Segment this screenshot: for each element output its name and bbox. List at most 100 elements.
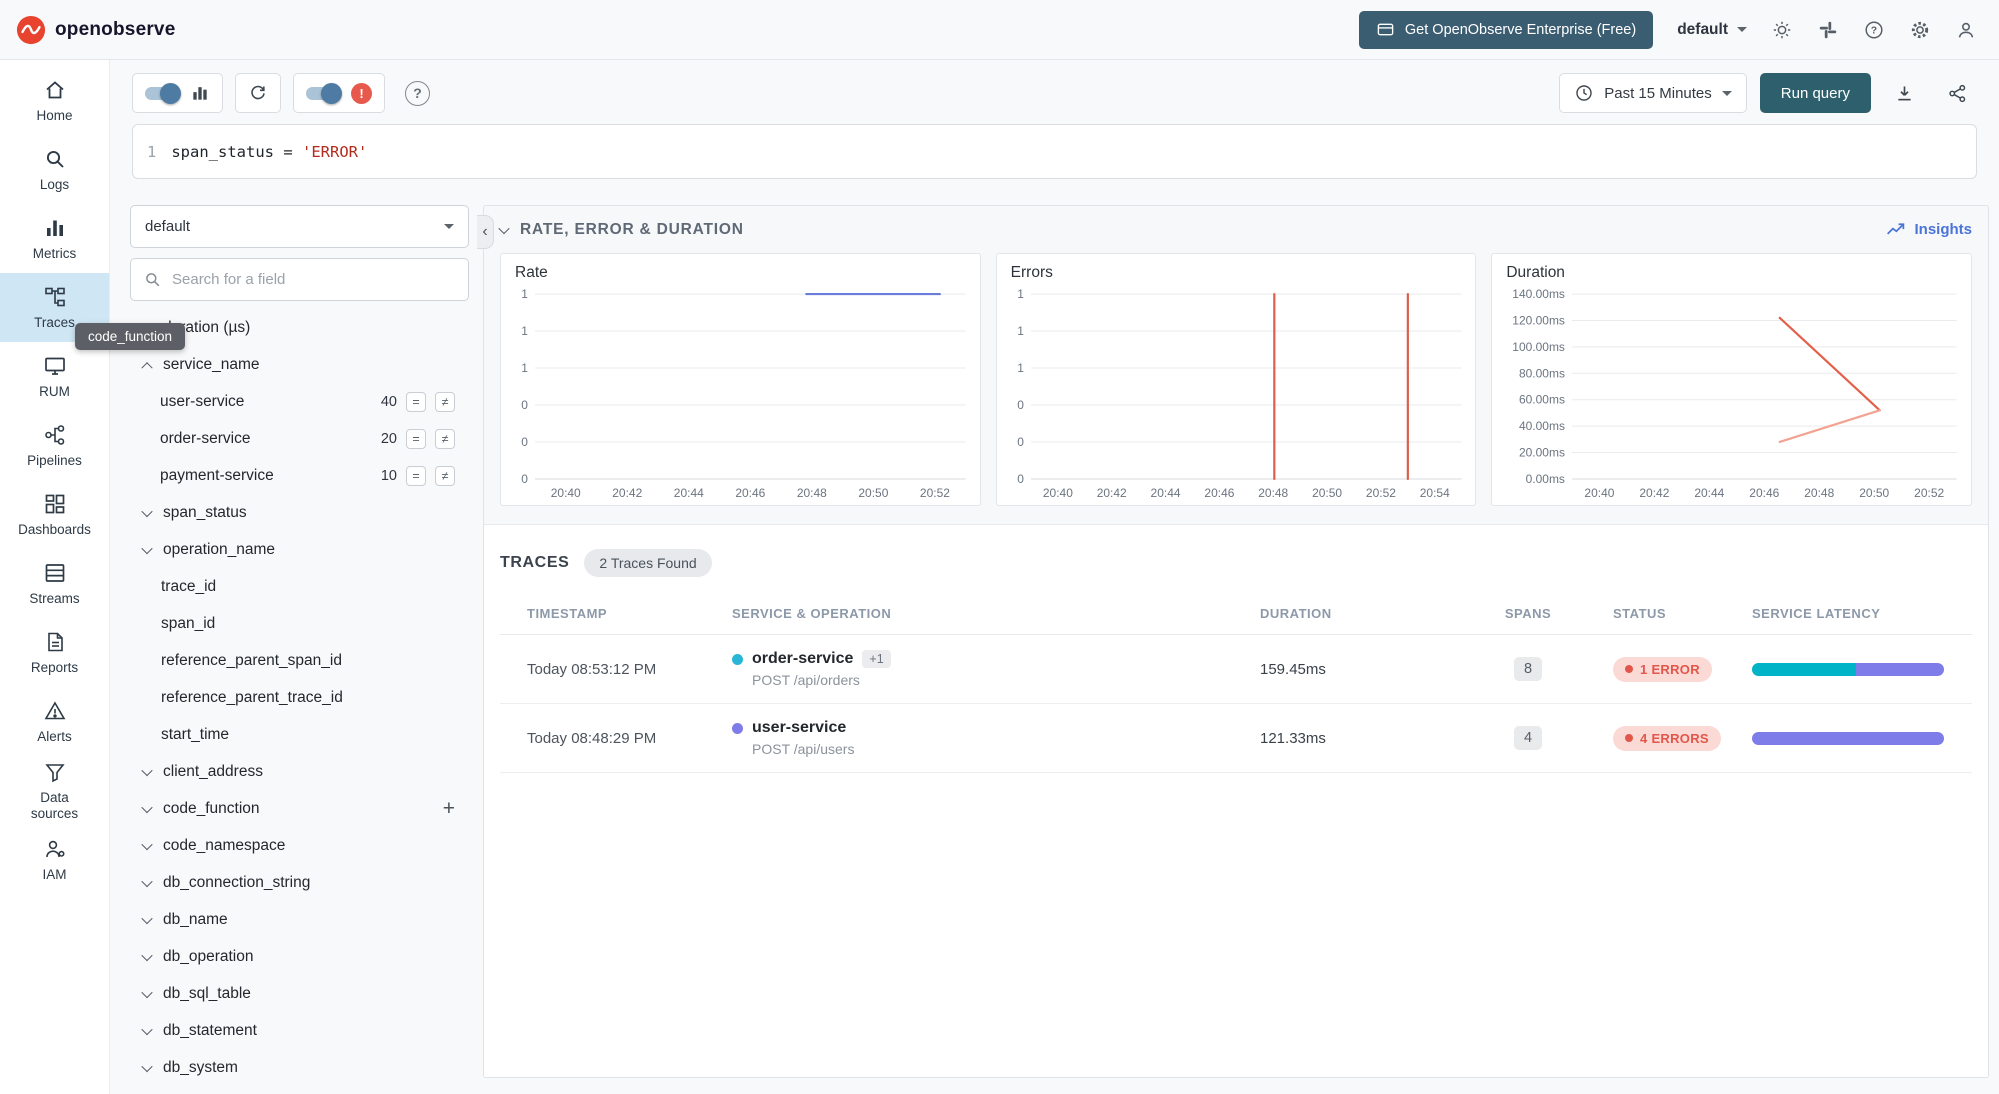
collapse-fields-button[interactable]: ‹ bbox=[477, 215, 494, 249]
traces-icon bbox=[43, 285, 67, 309]
svg-text:20.00ms: 20.00ms bbox=[1519, 446, 1565, 460]
field-row-code_namespace[interactable]: code_namespace bbox=[130, 827, 469, 864]
field-expand-toggle[interactable] bbox=[140, 546, 154, 554]
error-filter-toggle[interactable] bbox=[306, 87, 340, 100]
field-expand-toggle[interactable] bbox=[140, 1064, 154, 1072]
svg-text:0: 0 bbox=[1017, 472, 1024, 486]
field-row-code_function[interactable]: code_function + bbox=[130, 790, 469, 827]
histogram-toggle-box[interactable] bbox=[132, 73, 223, 113]
stream-selector[interactable]: default bbox=[130, 205, 469, 248]
sidebar-item-dashboards[interactable]: Dashboards bbox=[0, 480, 109, 549]
sidebar-item-home[interactable]: Home bbox=[0, 66, 109, 135]
equals-filter-button[interactable]: = bbox=[406, 392, 426, 412]
sidebar-item-logs[interactable]: Logs bbox=[0, 135, 109, 204]
settings-gear-icon[interactable] bbox=[1909, 19, 1931, 41]
svg-text:140.00ms: 140.00ms bbox=[1513, 287, 1566, 301]
time-range-selector[interactable]: Past 15 Minutes bbox=[1559, 73, 1747, 113]
column-header-duration: DURATION bbox=[1260, 606, 1443, 621]
refresh-box[interactable] bbox=[235, 73, 281, 113]
insights-link[interactable]: Insights bbox=[1885, 219, 1972, 240]
trace-row[interactable]: Today 08:53:12 PM order-service +1 POST … bbox=[500, 635, 1972, 704]
service-latency-bar bbox=[1752, 732, 1944, 745]
field-row-start_time[interactable]: start_time bbox=[130, 716, 469, 753]
field-row-payment-service[interactable]: payment-service 10 = ≠ bbox=[130, 457, 469, 494]
column-header-service-operation: SERVICE & OPERATION bbox=[732, 606, 1260, 621]
user-profile-icon[interactable] bbox=[1955, 19, 1977, 41]
field-row-reference_parent_trace_id[interactable]: reference_parent_trace_id bbox=[130, 679, 469, 716]
logo-text: openobserve bbox=[55, 19, 175, 41]
field-row-db_connection_string[interactable]: db_connection_string bbox=[130, 864, 469, 901]
field-row-span_id[interactable]: span_id bbox=[130, 605, 469, 642]
field-expand-toggle[interactable] bbox=[140, 1027, 154, 1035]
sidebar-item-alerts[interactable]: Alerts bbox=[0, 687, 109, 756]
sidebar-item-iam[interactable]: IAM bbox=[0, 825, 109, 894]
svg-text:20:40: 20:40 bbox=[551, 486, 581, 500]
field-search[interactable] bbox=[130, 258, 469, 301]
field-row-db_name[interactable]: db_name bbox=[130, 901, 469, 938]
field-row-span_status[interactable]: span_status bbox=[130, 494, 469, 531]
histogram-toggle[interactable] bbox=[145, 87, 179, 100]
sidebar-item-reports[interactable]: Reports bbox=[0, 618, 109, 687]
equals-filter-button[interactable]: = bbox=[406, 429, 426, 449]
chevron-icon bbox=[141, 875, 152, 886]
field-row-db_system[interactable]: db_system bbox=[130, 1049, 469, 1078]
table-header: TIMESTAMPSERVICE & OPERATIONDURATIONSPAN… bbox=[500, 593, 1972, 635]
field-row-db_statement[interactable]: db_statement bbox=[130, 1012, 469, 1049]
theme-toggle-sun-icon[interactable] bbox=[1771, 19, 1793, 41]
logo[interactable]: openobserve bbox=[16, 15, 175, 45]
query-editor[interactable]: 1 span_status = 'ERROR' bbox=[132, 124, 1977, 179]
field-row-user-service[interactable]: user-service 40 = ≠ bbox=[130, 383, 469, 420]
field-row-db_sql_table[interactable]: db_sql_table bbox=[130, 975, 469, 1012]
sidebar-item-metrics[interactable]: Metrics bbox=[0, 204, 109, 273]
help-icon[interactable]: ? bbox=[1863, 19, 1885, 41]
sidebar-item-label: Dashboards bbox=[17, 522, 93, 538]
field-expand-toggle[interactable] bbox=[140, 768, 154, 776]
equals-filter-button[interactable]: = bbox=[406, 466, 426, 486]
not-equals-filter-button[interactable]: ≠ bbox=[435, 392, 455, 412]
field-expand-toggle[interactable] bbox=[140, 361, 154, 369]
field-name: span_status bbox=[163, 504, 247, 522]
org-selector[interactable]: default bbox=[1677, 21, 1747, 39]
dashboards-icon bbox=[43, 492, 67, 516]
field-expand-toggle[interactable] bbox=[140, 805, 154, 813]
not-equals-filter-button[interactable]: ≠ bbox=[435, 429, 455, 449]
field-expand-toggle[interactable] bbox=[140, 990, 154, 998]
field-name: payment-service bbox=[160, 467, 274, 485]
svg-text:20:46: 20:46 bbox=[1204, 486, 1234, 500]
sidebar-item-data-sources[interactable]: Data sources bbox=[0, 756, 109, 825]
not-equals-filter-button[interactable]: ≠ bbox=[435, 466, 455, 486]
field-expand-toggle[interactable] bbox=[140, 916, 154, 924]
add-field-button[interactable]: + bbox=[443, 798, 455, 819]
svg-text:1: 1 bbox=[1017, 361, 1024, 375]
chart-card-duration: Duration 140.00ms120.00ms100.00ms80.00ms… bbox=[1491, 253, 1972, 506]
run-query-button[interactable]: Run query bbox=[1760, 73, 1871, 113]
red-section-title-row[interactable]: RATE, ERROR & DURATION bbox=[500, 221, 744, 239]
enterprise-button[interactable]: Get OpenObserve Enterprise (Free) bbox=[1359, 11, 1653, 49]
query-help-icon[interactable]: ? bbox=[405, 81, 430, 106]
field-row-service_name[interactable]: service_name bbox=[130, 346, 469, 383]
sidebar-item-streams[interactable]: Streams bbox=[0, 549, 109, 618]
error-filter-toggle-box[interactable]: ! bbox=[293, 73, 385, 113]
field-search-input[interactable] bbox=[172, 271, 456, 288]
download-button[interactable] bbox=[1884, 73, 1924, 113]
bar-chart-icon bbox=[190, 83, 210, 103]
slack-icon[interactable] bbox=[1817, 19, 1839, 41]
field-expand-toggle[interactable] bbox=[140, 879, 154, 887]
field-row-reference_parent_span_id[interactable]: reference_parent_span_id bbox=[130, 642, 469, 679]
field-row-order-service[interactable]: order-service 20 = ≠ bbox=[130, 420, 469, 457]
field-expand-toggle[interactable] bbox=[140, 953, 154, 961]
svg-text:20:40: 20:40 bbox=[1043, 486, 1073, 500]
sidebar-item-pipelines[interactable]: Pipelines bbox=[0, 411, 109, 480]
field-expand-toggle[interactable] bbox=[140, 509, 154, 517]
query-toolbar: ! ? Past 15 Minutes Run query bbox=[110, 60, 1999, 113]
field-row-db_operation[interactable]: db_operation bbox=[130, 938, 469, 975]
field-row-trace_id[interactable]: trace_id bbox=[130, 568, 469, 605]
results-panel: RATE, ERROR & DURATION Insights Rate 111… bbox=[483, 205, 1989, 1078]
sidebar-item-rum[interactable]: RUM bbox=[0, 342, 109, 411]
chevron-icon bbox=[141, 912, 152, 923]
field-expand-toggle[interactable] bbox=[140, 842, 154, 850]
share-button[interactable] bbox=[1937, 73, 1977, 113]
trace-row[interactable]: Today 08:48:29 PM user-service POST /api… bbox=[500, 704, 1972, 773]
field-row-operation_name[interactable]: operation_name bbox=[130, 531, 469, 568]
field-row-client_address[interactable]: client_address bbox=[130, 753, 469, 790]
